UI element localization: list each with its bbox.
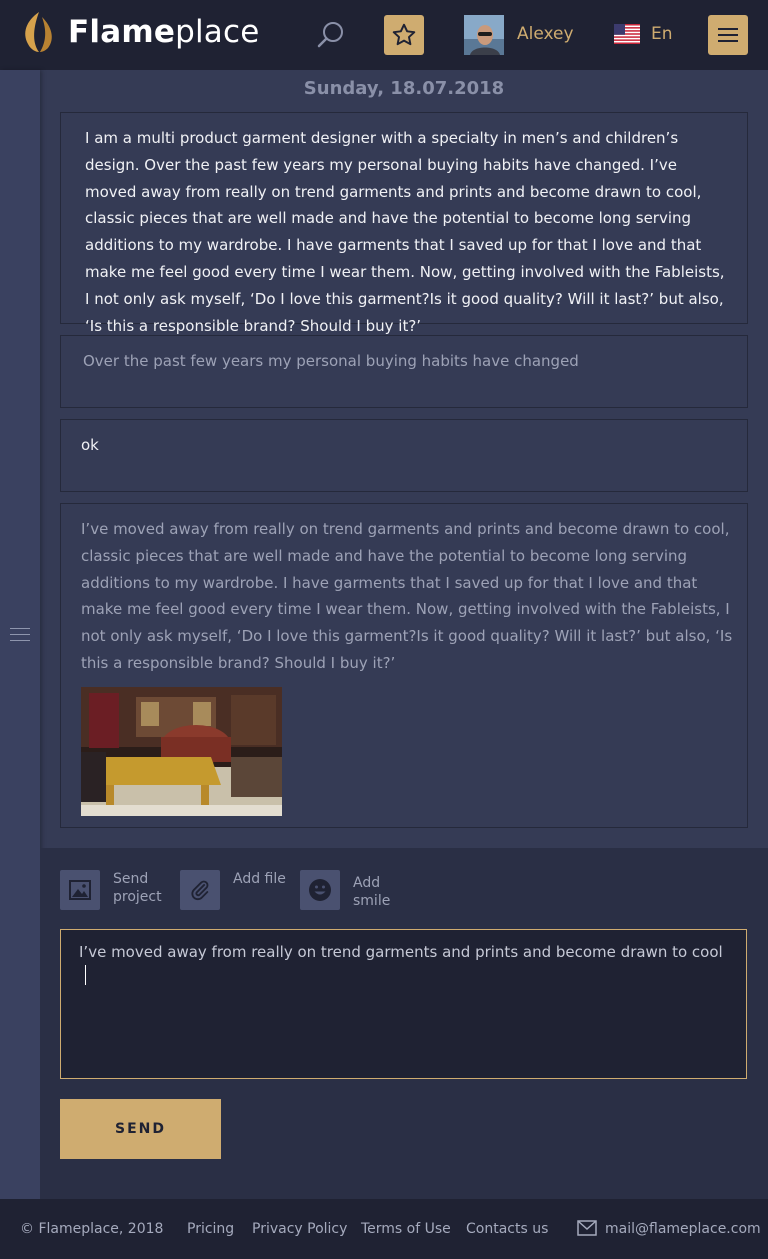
logo-text: Flameplace: [68, 13, 260, 50]
flame-logo-icon: [25, 12, 52, 52]
message: ok: [60, 419, 748, 492]
favorites-button[interactable]: [384, 15, 424, 55]
toggle-bar: [10, 628, 30, 629]
flag-graphic: [614, 24, 640, 44]
user-name[interactable]: Alexey: [517, 24, 574, 44]
message-text: I’ve moved away from really on trend gar…: [81, 520, 733, 672]
message-image[interactable]: [81, 687, 282, 816]
menu-bar: [718, 40, 738, 42]
message-input[interactable]: I’ve moved away from really on trend gar…: [60, 929, 747, 1079]
language-selector[interactable]: En: [651, 24, 673, 44]
logo-light: place: [175, 13, 260, 50]
add-smile-button[interactable]: Add smile: [300, 870, 413, 910]
us-flag-icon[interactable]: [614, 24, 640, 44]
message-text: Over the past few years my personal buyi…: [83, 352, 579, 370]
text-caret: [85, 964, 86, 985]
star-icon: [392, 23, 416, 46]
footer-link-pricing[interactable]: Pricing: [187, 1221, 234, 1237]
message: I am a multi product garment designer wi…: [60, 112, 748, 335]
tool-icon-box: [180, 870, 220, 910]
smile-icon: [309, 879, 331, 901]
interior-photo: [81, 687, 282, 816]
tool-label: Send project: [113, 871, 162, 905]
menu-bar: [718, 34, 738, 36]
composer: Send project Add file Add smile I’ve mov…: [40, 848, 768, 1199]
message: Over the past few years my personal buyi…: [60, 335, 748, 408]
add-file-button[interactable]: Add file: [180, 870, 293, 910]
paperclip-icon: [191, 880, 209, 901]
sidebar-toggle-icon[interactable]: [10, 628, 30, 642]
tool-icon-box: [60, 870, 100, 910]
search-icon[interactable]: [316, 20, 346, 50]
copyright: © Flameplace, 2018: [20, 1221, 164, 1237]
tool-label: Add file: [233, 871, 286, 887]
sidebar: [0, 70, 40, 1199]
menu-bar: [718, 28, 738, 30]
date-title: Sunday, 18.07.2018: [303, 78, 505, 99]
logo[interactable]: Flameplace: [22, 11, 259, 53]
message: I’ve moved away from really on trend gar…: [60, 503, 748, 828]
avatar-photo: [464, 15, 504, 55]
footer-link-contacts[interactable]: Contacts us: [466, 1221, 548, 1237]
tool-label: Add smile: [353, 875, 391, 909]
menu-button[interactable]: [708, 15, 748, 55]
footer-email[interactable]: mail@flameplace.com: [605, 1221, 761, 1237]
message-text: I am a multi product garment designer wi…: [85, 129, 725, 335]
footer-link-terms[interactable]: Terms of Use: [361, 1221, 451, 1237]
footer-link-privacy[interactable]: Privacy Policy: [252, 1221, 347, 1237]
mail-icon: [577, 1220, 597, 1236]
message-text: ok: [81, 436, 99, 454]
send-project-button[interactable]: Send project: [60, 870, 173, 910]
footer: © Flameplace, 2018 Pricing Privacy Polic…: [0, 1199, 768, 1259]
toggle-bar: [10, 640, 30, 641]
toggle-bar: [10, 634, 30, 635]
logo-bold: Flame: [68, 13, 176, 50]
header: Flameplace Alexey En: [0, 0, 768, 70]
avatar[interactable]: [464, 15, 504, 55]
message-input-value: I’ve moved away from really on trend gar…: [79, 943, 723, 961]
send-button[interactable]: SEND: [60, 1099, 221, 1159]
image-icon: [69, 880, 91, 900]
tool-icon-box: [300, 870, 340, 910]
